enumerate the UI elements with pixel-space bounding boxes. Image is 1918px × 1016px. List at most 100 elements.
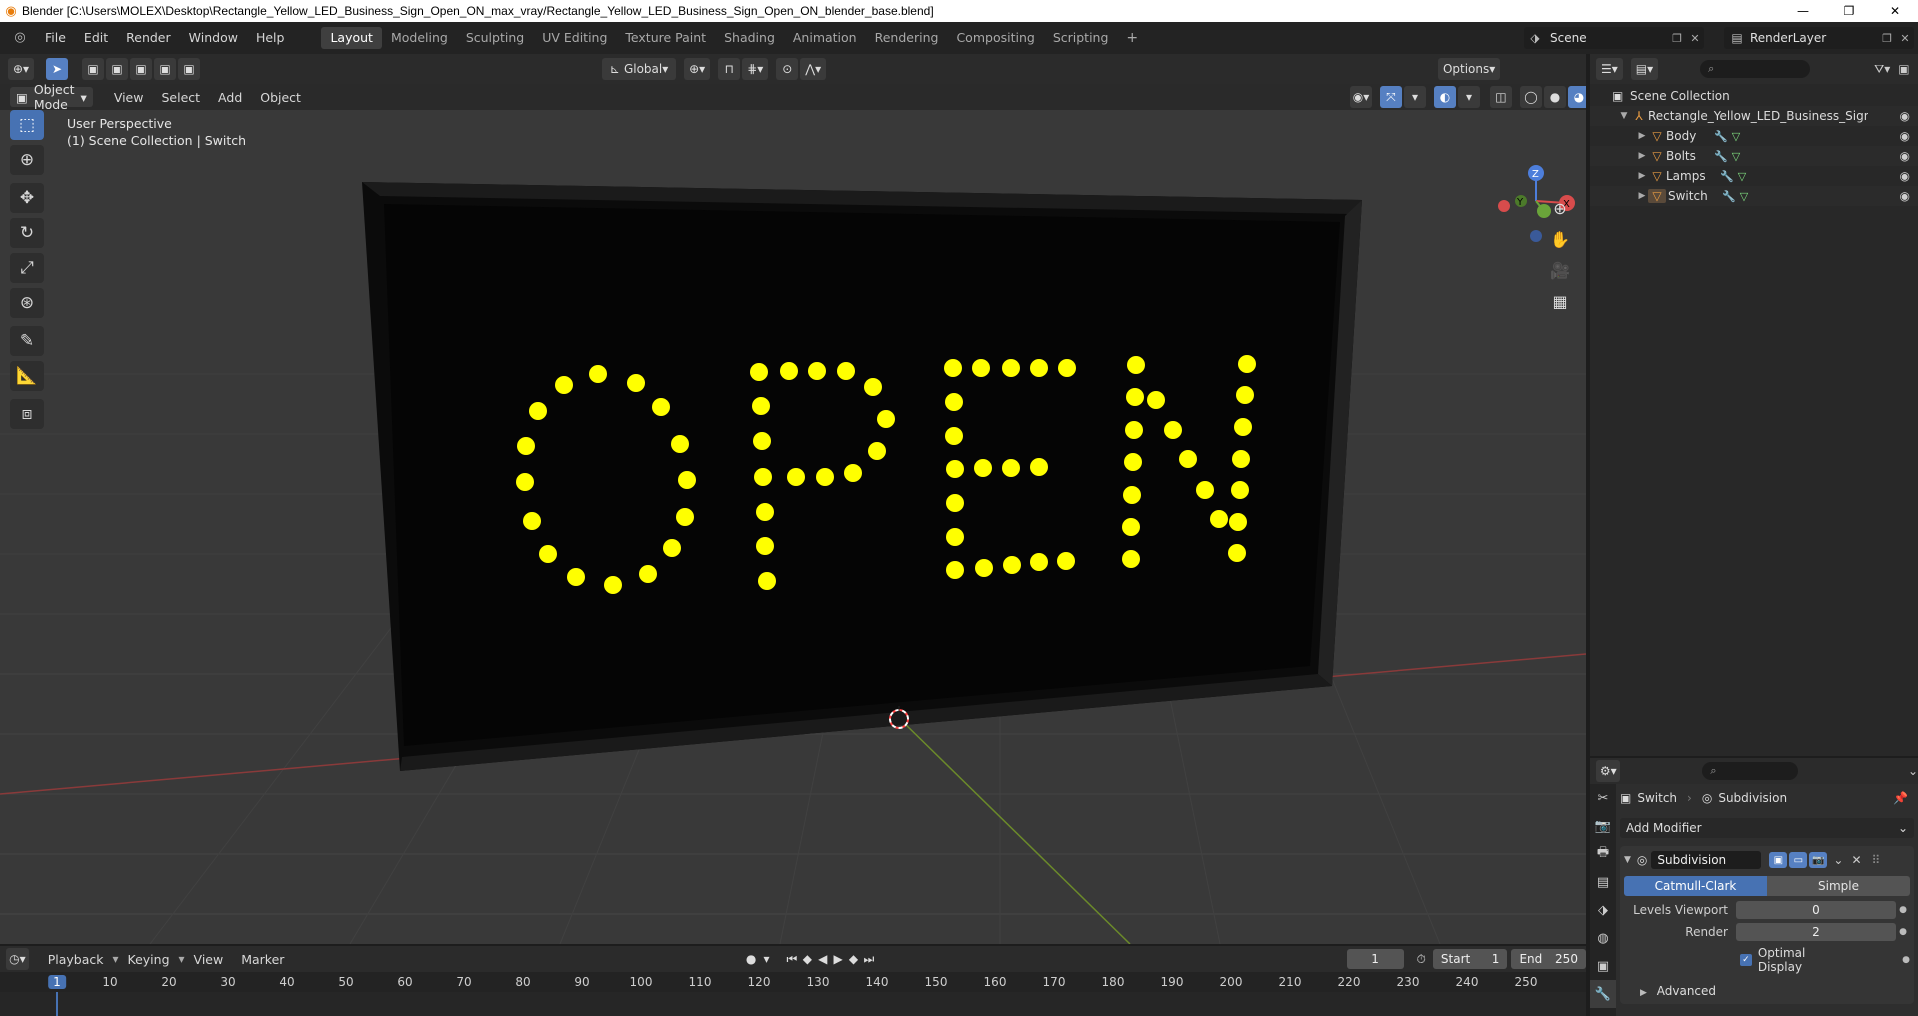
- renderlayer-selector[interactable]: ▤ RenderLayer ❐ ✕: [1724, 27, 1914, 49]
- stopwatch-icon[interactable]: ⏱: [1414, 952, 1429, 967]
- world-tab-icon[interactable]: ◍: [1590, 924, 1616, 952]
- viewport-display-toggle-icon[interactable]: ▭: [1789, 852, 1808, 868]
- modifier-delete-icon[interactable]: ✕: [1851, 853, 1861, 867]
- transform-orientation-dropdown[interactable]: ⊾ Global ▾: [602, 58, 677, 80]
- properties-search-input[interactable]: ⌕: [1702, 762, 1798, 780]
- timeline-editor-icon[interactable]: ◷▾: [6, 948, 29, 970]
- collapse-triangle-icon[interactable]: ▼: [1624, 855, 1631, 865]
- blender-menu-icon[interactable]: ◎: [8, 28, 32, 48]
- move-tool-icon[interactable]: ✥: [10, 183, 44, 213]
- view-layer-tab-icon[interactable]: ▤: [1590, 868, 1616, 896]
- viewport-menu-add[interactable]: Add: [209, 90, 251, 105]
- properties-editor-icon[interactable]: ⚙▾: [1596, 760, 1621, 782]
- outliner-object-switch[interactable]: ▶ ▽ Switch 🔧 ▽ ◉: [1590, 186, 1918, 206]
- shading-solid-icon[interactable]: ●: [1543, 86, 1566, 108]
- edit-mode-toggle-icon[interactable]: ▣: [1769, 852, 1788, 868]
- expand-triangle-icon[interactable]: ▶: [1636, 171, 1648, 181]
- timeline-menu-marker[interactable]: Marker: [232, 952, 293, 967]
- render-levels-field[interactable]: 2: [1736, 923, 1896, 941]
- overlay-toggle-icon[interactable]: ◐: [1433, 86, 1456, 108]
- expand-triangle-icon[interactable]: ▶: [1636, 131, 1648, 141]
- keyframe-dot-icon[interactable]: ●: [1902, 955, 1910, 965]
- eye-icon[interactable]: ◉: [1900, 109, 1910, 123]
- proportional-edit-icon[interactable]: ⊙: [776, 58, 799, 80]
- outliner-object-bolts[interactable]: ▶ ▽ Bolts 🔧 ▽ ◉: [1590, 146, 1918, 166]
- jump-keyframe-forward-icon[interactable]: ◆: [846, 952, 861, 966]
- tab-layout[interactable]: Layout: [321, 27, 382, 49]
- scene-remove-icon[interactable]: ✕: [1686, 32, 1704, 45]
- jump-start-icon[interactable]: ⏮: [784, 952, 799, 967]
- collapse-triangle-icon[interactable]: ▼: [1618, 111, 1630, 121]
- scene-tab-icon[interactable]: ⬗: [1590, 896, 1616, 924]
- current-frame-field[interactable]: 1: [1346, 949, 1404, 969]
- select-mode-new-icon[interactable]: ▣: [82, 58, 105, 80]
- eye-icon[interactable]: ◉: [1900, 169, 1910, 183]
- output-tab-icon[interactable]: 🖶: [1590, 840, 1616, 868]
- mesh-data-icon[interactable]: ▽: [1740, 190, 1748, 203]
- maximize-button[interactable]: ❐: [1826, 0, 1872, 22]
- minimize-button[interactable]: —: [1780, 0, 1826, 22]
- overlay-dropdown-icon[interactable]: ▾: [1457, 86, 1480, 108]
- outliner-object-lamps[interactable]: ▶ ▽ Lamps 🔧 ▽ ◉: [1590, 166, 1918, 186]
- camera-view-icon[interactable]: 🎥: [1545, 256, 1575, 284]
- add-cube-tool-icon[interactable]: ⧈: [10, 399, 44, 429]
- pin-icon[interactable]: 📌: [1893, 791, 1908, 805]
- modifier-name-field[interactable]: Subdivision: [1651, 851, 1762, 869]
- tab-scripting[interactable]: Scripting: [1044, 27, 1118, 49]
- timeline-menu-keying[interactable]: Keying: [119, 952, 179, 967]
- renderlayer-copy-icon[interactable]: ❐: [1878, 32, 1896, 45]
- tab-uv-editing[interactable]: UV Editing: [533, 27, 616, 49]
- tab-compositing[interactable]: Compositing: [947, 27, 1043, 49]
- tab-shading[interactable]: Shading: [715, 27, 784, 49]
- gizmo-toggle-icon[interactable]: ⤧: [1379, 86, 1402, 108]
- keyframe-dot-icon[interactable]: ●: [1896, 927, 1910, 937]
- falloff-icon[interactable]: ⋀▾: [800, 58, 827, 80]
- eye-icon[interactable]: ◉: [1900, 189, 1910, 203]
- render-tab-icon[interactable]: 📷: [1590, 812, 1616, 840]
- xray-toggle-icon[interactable]: ◫: [1489, 86, 1512, 108]
- 3d-viewport[interactable]: Z X Y ⊕▾ ➤ ▣ ▣ ▣ ▣ ▣ ⊾ Global ▾ ⊕▾ ⊓ ⋕▾ …: [0, 54, 1586, 944]
- scene-copy-icon[interactable]: ❐: [1668, 32, 1686, 45]
- editor-type-icon[interactable]: ⊕▾: [8, 58, 35, 80]
- visibility-icon[interactable]: ◉▾: [1349, 86, 1372, 108]
- select-box-tool-icon[interactable]: ⬚: [10, 110, 44, 140]
- new-collection-icon[interactable]: ▣: [1898, 62, 1909, 76]
- viewport-menu-select[interactable]: Select: [152, 90, 209, 105]
- jump-keyframe-back-icon[interactable]: ◆: [800, 952, 815, 966]
- modifier-menu-chevron-icon[interactable]: ⌄: [1833, 853, 1843, 867]
- mesh-data-icon[interactable]: ▽: [1732, 150, 1740, 163]
- timeline-menu-view[interactable]: View: [185, 952, 233, 967]
- shading-material-icon[interactable]: ◕: [1567, 86, 1586, 108]
- mesh-data-icon[interactable]: ▽: [1738, 170, 1746, 183]
- optimal-display-checkbox[interactable]: ✓ Optimal Display ●: [1740, 946, 1910, 974]
- menu-file[interactable]: File: [36, 22, 75, 54]
- jump-end-icon[interactable]: ⏭: [861, 952, 876, 967]
- chevron-down-icon[interactable]: ⌄: [1908, 764, 1918, 778]
- tool-tab-icon[interactable]: ✂: [1590, 784, 1616, 812]
- snap-icon[interactable]: ⊓: [718, 58, 741, 80]
- outliner-editor-icon[interactable]: ☰▾: [1596, 58, 1623, 80]
- eye-icon[interactable]: ◉: [1900, 129, 1910, 143]
- catmull-clark-button[interactable]: Catmull-Clark: [1624, 876, 1767, 896]
- object-mode-dropdown[interactable]: ▣ Object Mode ▾: [10, 82, 93, 112]
- snap-target-icon[interactable]: ⋕▾: [742, 58, 769, 80]
- filter-icon[interactable]: ⛛▾: [1874, 62, 1890, 77]
- chevron-down-icon[interactable]: ▾: [759, 952, 774, 966]
- add-workspace-icon[interactable]: +: [1117, 27, 1147, 49]
- end-frame-field[interactable]: End 250: [1511, 949, 1586, 969]
- viewport-menu-view[interactable]: View: [105, 90, 153, 105]
- modifier-wrench-icon[interactable]: 🔧: [1714, 150, 1728, 163]
- select-mode-invert-icon[interactable]: ▣: [154, 58, 177, 80]
- pivot-point-icon[interactable]: ⊕▾: [684, 58, 711, 80]
- tab-sculpting[interactable]: Sculpting: [457, 27, 533, 49]
- timeline-menu-playback[interactable]: Playback: [39, 952, 113, 967]
- tab-rendering[interactable]: Rendering: [866, 27, 948, 49]
- levels-viewport-field[interactable]: 0: [1736, 901, 1896, 919]
- menu-window[interactable]: Window: [180, 22, 247, 54]
- timeline-track-area[interactable]: [0, 992, 1586, 1016]
- play-icon[interactable]: ▶: [830, 952, 845, 966]
- options-dropdown[interactable]: Options ▾: [1438, 58, 1501, 80]
- modifier-tab-icon[interactable]: 🔧: [1590, 980, 1616, 1008]
- modifier-wrench-icon[interactable]: 🔧: [1720, 170, 1734, 183]
- record-button-icon[interactable]: ●: [743, 952, 758, 966]
